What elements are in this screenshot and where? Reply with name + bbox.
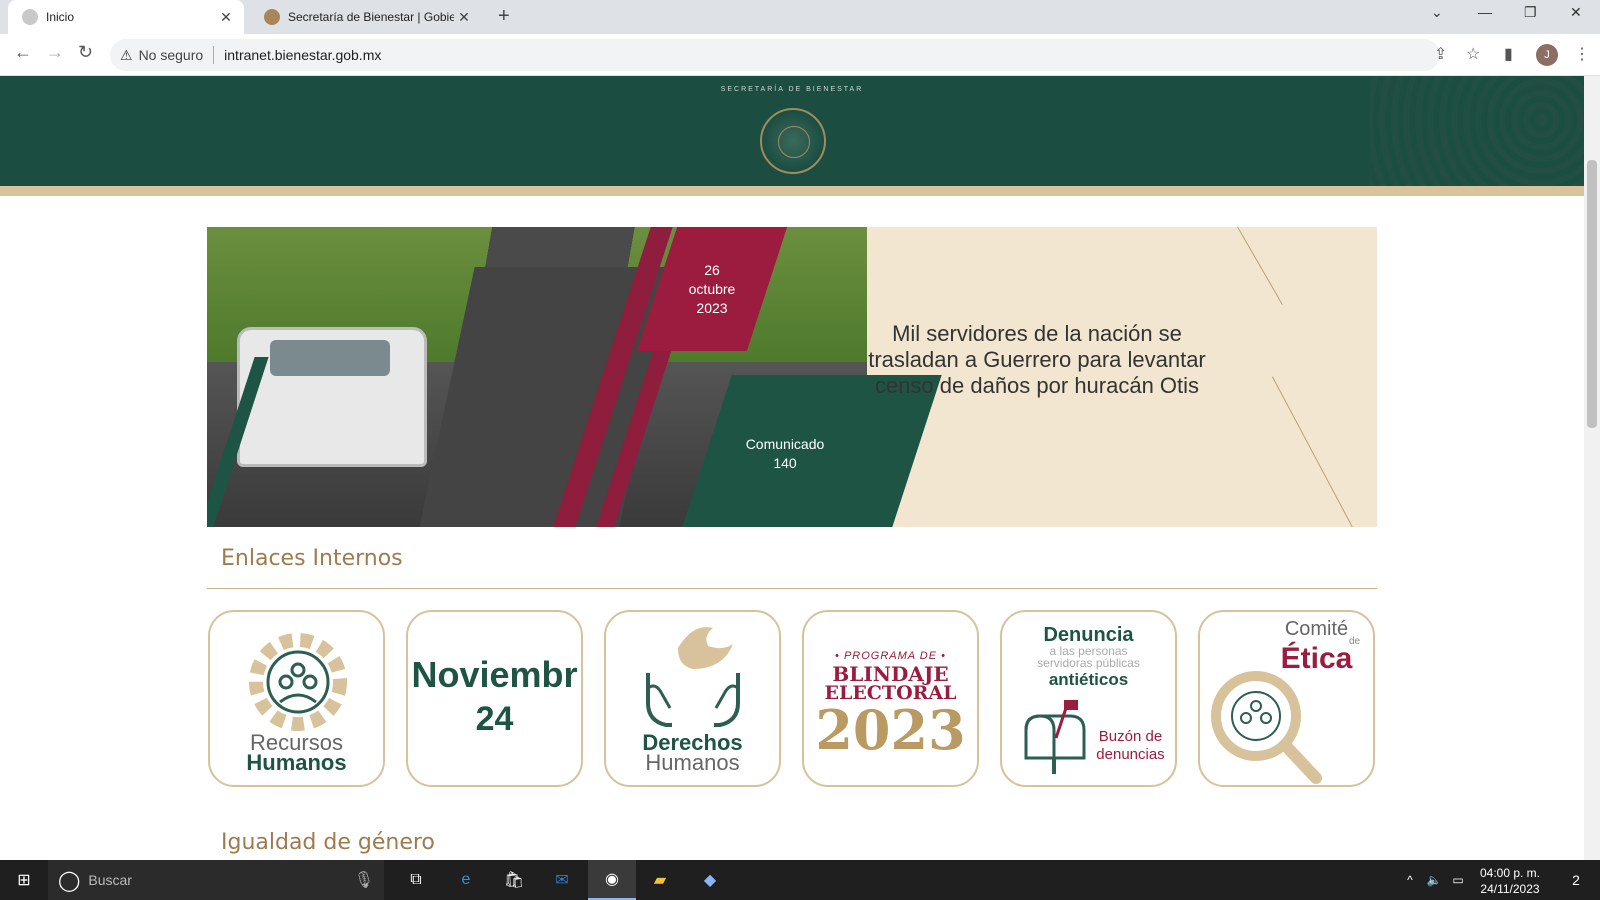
start-button[interactable]: ⊞ xyxy=(0,860,48,900)
tab-bienestar[interactable]: Secretaría de Bienestar | Gobiern ✕ xyxy=(250,0,482,34)
window-close-icon[interactable]: ✕ xyxy=(1570,4,1582,21)
divider xyxy=(213,46,215,64)
store-icon[interactable]: 🛍 xyxy=(490,860,538,900)
date-year: 2023 xyxy=(696,300,728,316)
blindaje-program-label: • PROGRAMA DE • xyxy=(835,650,946,662)
restore-icon[interactable]: ❐ xyxy=(1524,4,1537,21)
card-recursos-humanos[interactable]: Recursos Humanos xyxy=(208,610,385,787)
new-tab-button[interactable]: + xyxy=(498,5,510,28)
tab-close-icon[interactable]: ✕ xyxy=(216,9,236,26)
taskbar-search-text: Buscar xyxy=(88,872,132,888)
buzon-label-2: denuncias xyxy=(1096,746,1165,763)
dove-hands-icon xyxy=(646,627,740,727)
tab-strip: Inicio ✕ Secretaría de Bienestar | Gobie… xyxy=(0,0,1600,34)
tab-close-icon[interactable]: ✕ xyxy=(454,9,474,26)
section-title-igualdad: Igualdad de género xyxy=(221,830,435,855)
reload-icon[interactable]: ↻ xyxy=(78,42,93,63)
forward-arrow-icon[interactable]: → xyxy=(46,42,64,63)
people-gear-icon xyxy=(249,633,347,731)
denuncia-sub3: antiéticos xyxy=(1048,670,1129,689)
blindaje-year: 2023 xyxy=(815,698,966,762)
card-label-line2: Humanos xyxy=(246,750,347,775)
app-icon[interactable]: ◆ xyxy=(686,860,734,900)
comunicado-number: 140 xyxy=(773,455,797,471)
clock-date: 24/11/2023 xyxy=(1480,882,1540,896)
tab-inicio[interactable]: Inicio ✕ xyxy=(8,0,244,34)
bookmark-star-icon[interactable]: ☆ xyxy=(1466,44,1480,64)
page-scrollbar[interactable] xyxy=(1584,76,1600,860)
comunicado-label: Comunicado xyxy=(745,436,825,452)
cortana-circle-icon: ◯ xyxy=(58,869,81,892)
banner-comunicado: Comunicado 140 xyxy=(725,435,845,473)
notification-count: 2 xyxy=(1572,872,1580,888)
magnifier-people-icon xyxy=(1211,671,1322,784)
windows-taskbar: ⊞ ◯ Buscar 🎙 ⧉ e 🛍 ✉ ◉ ▰ ◆ ^ 🔈 ▭ 04:00 p… xyxy=(0,860,1600,900)
tray-chevron-icon[interactable]: ^ xyxy=(1400,860,1420,900)
chrome-icon[interactable]: ◉ xyxy=(588,860,636,900)
card-calendario[interactable]: Noviembr 24 xyxy=(406,610,583,787)
microphone-icon[interactable]: 🎙 xyxy=(354,870,374,890)
outlook-icon[interactable]: ✉ xyxy=(538,860,586,900)
clock-time: 04:00 p. m. xyxy=(1479,866,1541,880)
address-bar[interactable]: ⚠ No seguro intranet.bienestar.gob.mx xyxy=(110,39,1440,71)
card-month: Noviembr xyxy=(411,654,578,695)
site-header: SECRETARÍA DE BIENESTAR xyxy=(0,76,1584,186)
header-band xyxy=(0,186,1584,196)
profile-avatar[interactable]: J xyxy=(1536,44,1558,66)
volume-icon[interactable]: 🔈 xyxy=(1424,860,1444,900)
card-denuncia[interactable]: Denuncia a las personas servidoras públi… xyxy=(1000,610,1177,787)
taskbar-clock[interactable]: 04:00 p. m. 24/11/2023 xyxy=(1470,865,1550,897)
edge-icon[interactable]: e xyxy=(442,860,490,900)
minimize-icon[interactable]: — xyxy=(1478,4,1492,20)
tab-title: Inicio xyxy=(46,10,75,24)
taskbar-search[interactable]: ◯ Buscar 🎙 xyxy=(48,860,384,900)
decorative-line xyxy=(1272,376,1353,527)
national-seal-icon xyxy=(760,108,826,174)
banner-date: 26 octubre 2023 xyxy=(667,261,757,318)
news-banner[interactable]: 26 octubre 2023 Comunicado 140 Mil servi… xyxy=(207,227,1377,527)
task-view-icon[interactable]: ⧉ xyxy=(392,860,440,900)
back-arrow-icon[interactable]: ← xyxy=(14,42,32,63)
truck-image xyxy=(237,327,427,467)
tab-favicon-icon xyxy=(264,9,280,25)
date-month: octubre xyxy=(688,281,736,297)
buzon-label-1: Buzón de xyxy=(1098,728,1163,745)
card-label-line2: Humanos xyxy=(645,750,740,775)
side-panel-icon[interactable]: ▮ xyxy=(1504,44,1513,64)
card-comite-etica[interactable]: Comité de Ética xyxy=(1198,610,1375,787)
warning-icon: ⚠ xyxy=(120,46,133,63)
share-icon[interactable]: ⇪ xyxy=(1434,44,1447,64)
section-title-enlaces: Enlaces Internos xyxy=(221,546,403,571)
card-blindaje-electoral[interactable]: • PROGRAMA DE • BLINDAJE ELECTORAL 2023 xyxy=(802,610,979,787)
page-content: SECRETARÍA DE BIENESTAR 26 octubre 2023 … xyxy=(0,76,1584,860)
tab-title: Secretaría de Bienestar | Gobiern xyxy=(288,10,454,24)
date-day: 26 xyxy=(704,262,720,278)
notification-center-icon[interactable]: 2 xyxy=(1556,860,1596,900)
denuncia-sub2: servidoras públicas xyxy=(1037,656,1140,670)
decorative-line xyxy=(1237,227,1283,305)
section-divider xyxy=(207,588,1377,589)
tab-favicon-icon xyxy=(22,9,38,25)
header-subtitle: SECRETARÍA DE BIENESTAR xyxy=(720,86,864,93)
browser-toolbar: ← → ↻ ⚠ No seguro intranet.bienestar.gob… xyxy=(0,34,1600,76)
card-derechos-humanos[interactable]: Derechos Humanos xyxy=(604,610,781,787)
scrollbar-thumb[interactable] xyxy=(1587,160,1597,428)
tab-search-icon[interactable]: ⌄ xyxy=(1431,4,1443,21)
url-text[interactable]: intranet.bienestar.gob.mx xyxy=(224,47,381,63)
menu-dots-icon[interactable]: ⋮ xyxy=(1574,44,1590,64)
file-explorer-icon[interactable]: ▰ xyxy=(636,860,684,900)
card-day: 24 xyxy=(475,700,514,738)
banner-headline: Mil servidores de la nación se trasladan… xyxy=(868,321,1206,398)
network-icon[interactable]: ▭ xyxy=(1448,860,1468,900)
security-label[interactable]: No seguro xyxy=(139,47,204,63)
